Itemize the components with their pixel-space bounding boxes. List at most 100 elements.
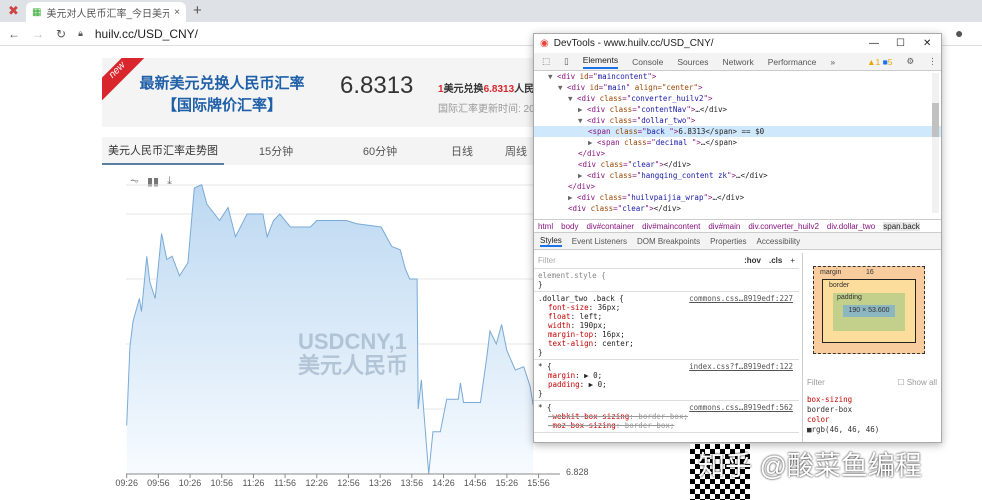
- message-count: 5: [887, 56, 893, 67]
- breadcrumb-item[interactable]: span.back: [883, 221, 920, 231]
- dom-node-text: <div id="main" align="center">: [567, 83, 703, 92]
- x-tick-label: 11:26: [242, 478, 265, 488]
- breadcrumb-item[interactable]: div.dollar_two: [827, 222, 875, 231]
- dom-node[interactable]: <div class="clear"></div>: [534, 203, 941, 214]
- settings-icon[interactable]: ⚙: [907, 56, 915, 67]
- watermark-line1: USDCNY,1: [298, 329, 407, 354]
- tab-elements[interactable]: Elements: [582, 55, 619, 69]
- dom-node[interactable]: ▼ <div class="dollar_two">: [534, 115, 941, 126]
- css-source-link[interactable]: index.css?f…8919edf:122: [689, 362, 793, 371]
- tab-sources[interactable]: Sources: [677, 57, 708, 67]
- subtab-event-listeners[interactable]: Event Listeners: [572, 237, 627, 246]
- devtools-window: ◉ DevTools - www.huilv.cc/USD_CNY/ — ☐ ✕…: [533, 33, 942, 443]
- x-tick-label: 13:56: [400, 478, 424, 488]
- x-tick-label: 10:26: [178, 478, 202, 488]
- dom-node[interactable]: </div>: [534, 148, 941, 159]
- hov-button[interactable]: :hov: [744, 256, 761, 265]
- dom-node-text: <div class="contentNav">…</div>: [587, 105, 728, 114]
- breadcrumb-item[interactable]: div#maincontent: [642, 222, 700, 231]
- css-property[interactable]: float: left;: [538, 312, 795, 321]
- dom-node-text: <span class="back ">6.8313</span> == $0: [588, 127, 765, 136]
- dom-node-text: <div class="hangqing_content zk">…</div>: [587, 171, 768, 180]
- padding-box: padding 190 × 53.600: [833, 293, 905, 331]
- inspect-icon[interactable]: ⬚: [542, 56, 550, 67]
- css-property[interactable]: margin-top: 16px;: [538, 330, 795, 339]
- dom-node[interactable]: ▶ <div class="hangqing_content zk">…</di…: [534, 170, 941, 181]
- dom-node[interactable]: ▶ <div class="contentNav">…</div>: [534, 104, 941, 115]
- x-tick-label: 15:56: [527, 478, 550, 488]
- subtab-accessibility[interactable]: Accessibility: [757, 237, 801, 246]
- cls-button[interactable]: .cls: [769, 256, 782, 265]
- dom-node[interactable]: ▼ <div id="main" align="center">: [534, 82, 941, 93]
- chrome-icon: ◉: [540, 38, 549, 49]
- css-property[interactable]: width: 190px;: [538, 321, 795, 330]
- more-tabs[interactable]: »: [830, 57, 835, 67]
- tree-scrollbar[interactable]: [932, 73, 939, 213]
- breadcrumb-item[interactable]: div#container: [586, 222, 634, 231]
- css-property[interactable]: -moz-box-sizing: border-box;: [538, 421, 795, 430]
- computed-prop[interactable]: color: [807, 415, 879, 425]
- watermark-line2: 美元人民币: [298, 353, 409, 378]
- x-tick-label: 14:56: [463, 478, 487, 488]
- dom-node[interactable]: <span class="back ">6.8313</span> == $0: [534, 126, 941, 137]
- dom-node-text: <div class="clear"></div>: [578, 160, 691, 169]
- css-source-link[interactable]: commons.css…8919edf:562: [689, 403, 793, 412]
- css-rule: * {commons.css…8919edf:562 -webkit-box-si…: [534, 401, 799, 433]
- dom-node[interactable]: </div>: [534, 181, 941, 192]
- css-property[interactable]: text-align: center;: [538, 339, 795, 348]
- dom-node-text: <div class="dollar_two">: [587, 116, 696, 125]
- tab-performance[interactable]: Performance: [768, 57, 817, 67]
- add-rule-button[interactable]: +: [790, 256, 795, 265]
- show-all-checkbox[interactable]: ☐ Show all: [897, 378, 937, 387]
- maximize-button[interactable]: ☐: [896, 38, 918, 49]
- expand-arrow-icon[interactable]: ▼: [548, 72, 557, 81]
- expand-arrow-icon[interactable]: ▶: [578, 171, 587, 180]
- devtools-title: DevTools - www.huilv.cc/USD_CNY/: [553, 38, 714, 49]
- css-property[interactable]: font-size: 36px;: [538, 303, 795, 312]
- filter-input[interactable]: Filter: [538, 256, 744, 265]
- dom-node[interactable]: ▼ <div id="maincontent">: [534, 71, 941, 82]
- device-icon[interactable]: ▯: [564, 56, 569, 67]
- computed-filter[interactable]: Filter ☐ Show all: [807, 378, 937, 387]
- x-tick-label: 09:56: [147, 478, 170, 488]
- dom-node[interactable]: ▶ <span class="decimal ">…</span>: [534, 137, 941, 148]
- expand-arrow-icon[interactable]: ▶: [588, 138, 597, 147]
- breadcrumb-item[interactable]: div.converter_huilv2: [748, 222, 819, 231]
- close-button[interactable]: ✕: [923, 38, 935, 49]
- styles-filter[interactable]: Filter:hov .cls +: [534, 253, 799, 269]
- brace: }: [538, 280, 543, 289]
- minimize-button[interactable]: —: [869, 38, 891, 49]
- expand-arrow-icon[interactable]: ▼: [558, 83, 567, 92]
- breadcrumb-item[interactable]: div#main: [708, 222, 740, 231]
- subtab-properties[interactable]: Properties: [710, 237, 746, 246]
- expand-arrow-icon[interactable]: ▶: [568, 193, 577, 202]
- dom-node-text: <div class="huilvpaijia_wrap">…</div>: [577, 193, 745, 202]
- warning-badge[interactable]: ▲1 ■5: [867, 57, 892, 67]
- element-style-rule: element.style {}: [534, 269, 799, 292]
- tab-network[interactable]: Network: [723, 57, 754, 67]
- expand-arrow-icon[interactable]: ▶: [578, 105, 587, 114]
- box-model-pane: margin 16 border padding 190 × 53.600 Fi…: [802, 253, 941, 442]
- tab-console[interactable]: Console: [632, 57, 663, 67]
- breadcrumb-item[interactable]: html: [538, 222, 553, 231]
- margin-box: margin 16 border padding 190 × 53.600: [813, 266, 925, 354]
- expand-arrow-icon[interactable]: ▼: [568, 94, 577, 103]
- dom-node-text: <div class="clear"></div>: [568, 204, 681, 213]
- dom-node[interactable]: ▶ <div class="huilvpaijia_wrap">…</div>: [534, 192, 941, 203]
- dom-node[interactable]: <div class="clear"></div>: [534, 159, 941, 170]
- expand-arrow-icon[interactable]: ▼: [578, 116, 587, 125]
- subtab-styles[interactable]: Styles: [540, 236, 562, 247]
- css-property[interactable]: padding: ▶ 0;: [538, 380, 795, 389]
- subtab-dom-breakpoints[interactable]: DOM Breakpoints: [637, 237, 700, 246]
- css-source-link[interactable]: commons.css…8919edf:227: [689, 294, 793, 303]
- menu-icon[interactable]: ⋮: [928, 56, 937, 67]
- css-property[interactable]: -webkit-box-sizing: border-box;: [538, 412, 795, 421]
- x-tick-label: 10:56: [210, 478, 233, 488]
- breadcrumb-item[interactable]: body: [561, 222, 578, 231]
- dom-node[interactable]: ▼ <div class="converter_huilv2">: [534, 93, 941, 104]
- css-property[interactable]: margin: ▶ 0;: [538, 371, 795, 380]
- computed-filter-input[interactable]: Filter: [807, 378, 897, 387]
- dom-tree: ▼ <div id="maincontent"> ▼ <div id="main"…: [534, 71, 941, 219]
- computed-prop[interactable]: box-sizing: [807, 395, 879, 405]
- devtools-titlebar: ◉ DevTools - www.huilv.cc/USD_CNY/ — ☐ ✕: [534, 34, 941, 53]
